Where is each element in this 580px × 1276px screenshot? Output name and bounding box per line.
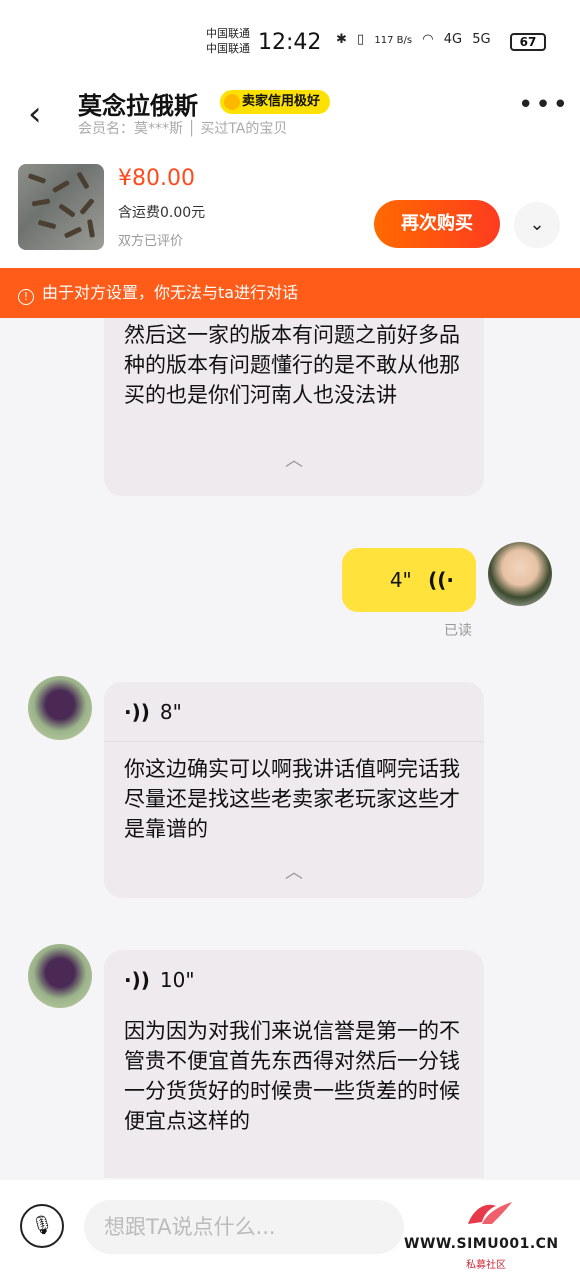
- product-price: ¥80.00: [118, 166, 195, 191]
- voice-duration: 4": [389, 568, 412, 592]
- chevron-up-icon[interactable]: ︿: [104, 446, 484, 472]
- carrier-1: 中国联通: [206, 27, 250, 40]
- back-arrow-icon[interactable]: ‹: [28, 94, 42, 134]
- rebuy-button[interactable]: 再次购买: [374, 200, 500, 248]
- shipping-fee: 含运费0.00元: [118, 205, 206, 221]
- network-5g: 5G: [472, 32, 491, 47]
- voice-player[interactable]: ·)) 8": [104, 682, 484, 742]
- product-card[interactable]: ¥80.00 含运费0.00元 双方已评价 再次购买 ⌄: [0, 148, 580, 268]
- more-options-icon[interactable]: •••: [518, 90, 570, 120]
- chevron-down-icon[interactable]: ⌄: [514, 202, 560, 248]
- notice-text: 由于对方设置，你无法与ta进行对话: [42, 283, 299, 302]
- carrier-2: 中国联通: [206, 42, 250, 55]
- watermark-site: WWW.SIMU001.CN: [404, 1236, 559, 1252]
- watermark: WWW.SIMU001.CN 私募社区: [402, 1192, 578, 1272]
- seller-avatar[interactable]: [28, 944, 92, 1008]
- member-info: 会员名：莫***斯 │ 买过TA的宝贝: [78, 121, 288, 137]
- credit-badge: 卖家信用极好: [220, 90, 331, 114]
- message-bubble[interactable]: 然后这一家的版本有问题之前好多品种的版本有问题懂行的是不敢从他那买的也是你们河南…: [104, 318, 484, 496]
- credit-badge-label: 卖家信用极好: [242, 94, 321, 109]
- chat-messages[interactable]: 然后这一家的版本有问题之前好多品种的版本有问题懂行的是不敢从他那买的也是你们河南…: [0, 318, 580, 1178]
- battery-icon: 67: [510, 33, 546, 51]
- seller-avatar[interactable]: [28, 676, 92, 740]
- read-receipt: 已读: [444, 623, 472, 639]
- microphone-icon[interactable]: 🎙: [20, 1204, 64, 1248]
- vibrate-icon: ▯: [357, 32, 365, 47]
- network-speed: 117 B/s: [374, 35, 413, 46]
- voice-player[interactable]: ·)) 10": [104, 950, 484, 1010]
- transcript-text: 你这边确实可以啊我讲话值啊完话我尽量还是找这些老卖家老玩家这些才是靠谱的: [124, 757, 460, 841]
- voice-wave-icon: ·)): [124, 700, 150, 724]
- bluetooth-icon: ✱: [336, 32, 347, 47]
- status-icons: ✱ ▯ 117 B/s ◠ 4G 5G: [336, 32, 497, 47]
- transcript-text: 然后这一家的版本有问题之前好多品种的版本有问题懂行的是不敢从他那买的也是你们河南…: [124, 323, 460, 407]
- sunglasses-face-icon: [224, 94, 240, 110]
- chat-header: ‹ 莫念拉俄斯 卖家信用极好 会员名：莫***斯 │ 买过TA的宝贝 •••: [0, 86, 580, 148]
- voice-message-bubble[interactable]: ·)) 8" 你这边确实可以啊我讲话值啊完话我尽量还是找这些老卖家老玩家这些才是靠…: [104, 682, 484, 898]
- clock: 12:42: [258, 30, 322, 55]
- chat-disabled-notice: ! 由于对方设置，你无法与ta进行对话: [0, 268, 580, 318]
- message-input[interactable]: [84, 1200, 404, 1254]
- my-avatar[interactable]: [488, 542, 552, 606]
- voice-duration: 10": [159, 968, 195, 992]
- my-voice-message[interactable]: 4" ((·: [342, 548, 476, 612]
- chevron-up-icon[interactable]: ︿: [104, 858, 484, 884]
- voice-duration: 8": [159, 700, 182, 724]
- watermark-logo-icon: [468, 1202, 512, 1224]
- product-thumbnail[interactable]: [18, 164, 104, 250]
- input-bar: 🎙 WWW.SIMU001.CN 私募社区: [0, 1180, 580, 1276]
- wifi-icon: ◠: [422, 32, 434, 47]
- review-status: 双方已评价: [118, 234, 184, 249]
- voice-wave-icon: ((·: [428, 568, 454, 592]
- carrier-label: 中国联通 中国联通: [206, 26, 250, 56]
- status-bar: 中国联通 中国联通 12:42 ✱ ▯ 117 B/s ◠ 4G 5G 67: [0, 0, 580, 86]
- voice-message-bubble[interactable]: ·)) 10" 因为因为对我们来说信誉是第一的不管贵不便宜首先东西得对然后一分钱一…: [104, 950, 484, 1178]
- network-4g: 4G: [443, 32, 463, 47]
- alert-icon: !: [18, 289, 34, 305]
- watermark-sub: 私募社区: [466, 1260, 506, 1271]
- voice-wave-icon: ·)): [124, 968, 150, 992]
- seller-name[interactable]: 莫念拉俄斯: [78, 86, 198, 121]
- transcript-text: 因为因为对我们来说信誉是第一的不管贵不便宜首先东西得对然后一分钱一分货货好的时候…: [124, 1019, 460, 1133]
